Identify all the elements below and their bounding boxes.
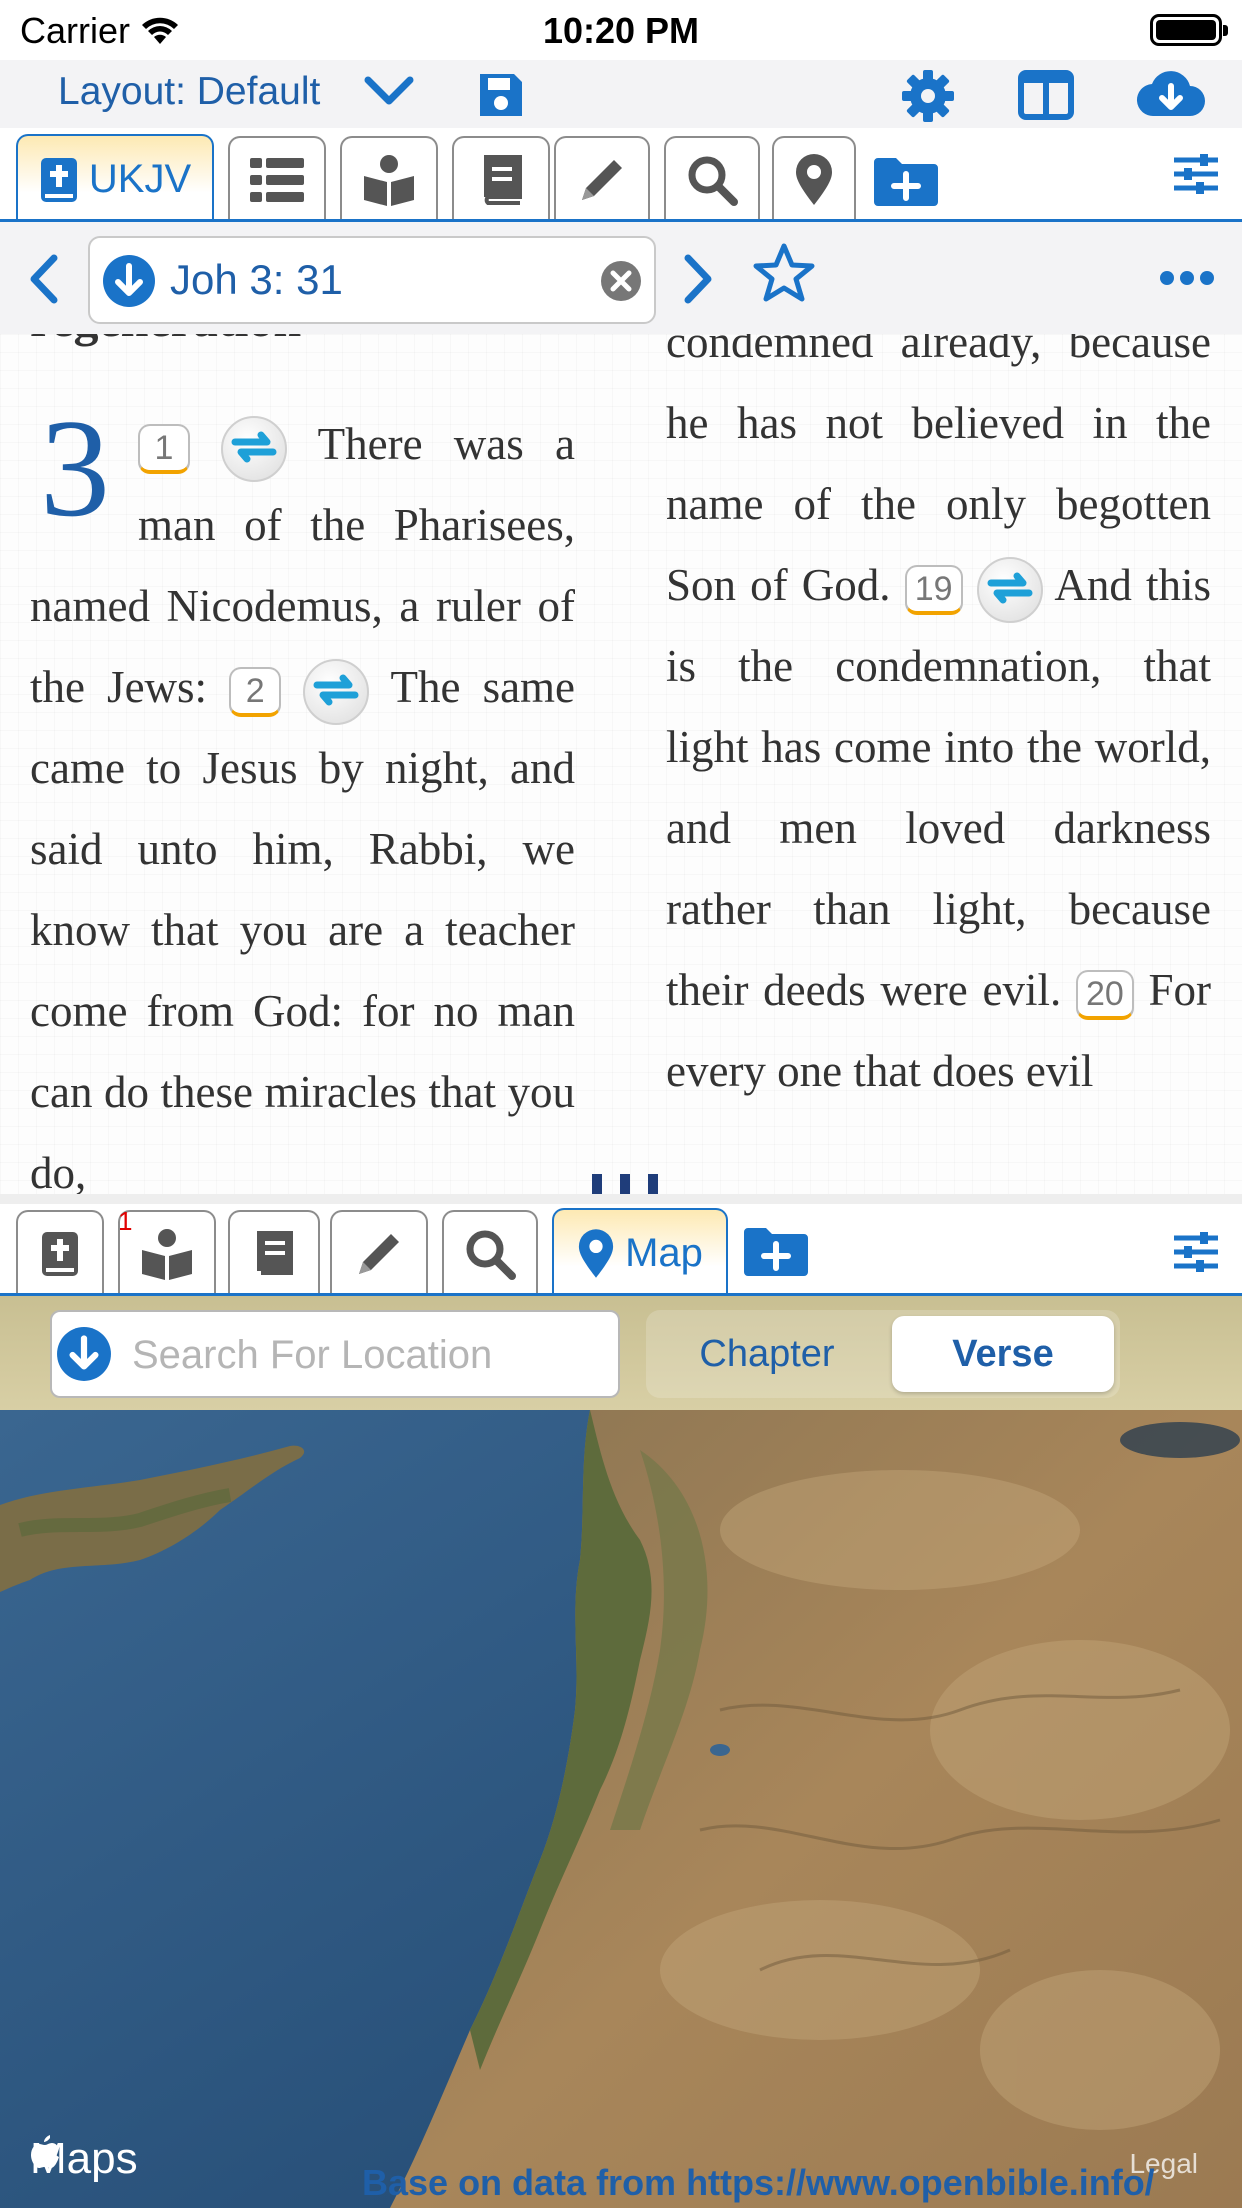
save-icon[interactable]: [476, 70, 526, 120]
map-pin-icon: [578, 1228, 614, 1278]
status-time: 10:20 PM: [542, 10, 700, 51]
add-tab-icon[interactable]: [872, 156, 940, 208]
location-search[interactable]: [50, 1310, 620, 1398]
gear-icon[interactable]: [900, 68, 956, 124]
verse-number-19[interactable]: 19: [904, 564, 963, 615]
map-terrain: [0, 1410, 1242, 2208]
location-search-input[interactable]: [132, 1330, 602, 1380]
verse-number-20[interactable]: 20: [1075, 969, 1134, 1020]
segment-chapter[interactable]: Chapter: [656, 1316, 878, 1392]
star-icon[interactable]: [752, 242, 816, 304]
columns-icon[interactable]: [1018, 70, 1074, 120]
section-heading: regeneration: [30, 334, 301, 348]
tab-map[interactable]: Map: [552, 1208, 728, 1297]
apple-maps-logo: Maps: [30, 2134, 138, 2184]
tab-bible[interactable]: UKJV: [16, 134, 214, 223]
cross-reference-icon[interactable]: [303, 658, 370, 725]
chevron-down-icon[interactable]: [364, 74, 414, 108]
more-icon[interactable]: [1160, 270, 1214, 286]
tab-commentary[interactable]: [452, 136, 550, 222]
open-book-reader-icon: [364, 155, 414, 206]
tab-search[interactable]: [442, 1210, 538, 1296]
bible-reader[interactable]: regeneration 3 1 There was a man of the …: [0, 334, 1242, 1194]
status-bar: Carrier 10:20 PM: [0, 0, 1242, 60]
search-icon: [688, 156, 738, 206]
tab-list[interactable]: [228, 136, 326, 222]
verse-text-19: And this is the condemnation, that light…: [666, 560, 1212, 1015]
verse-number-1[interactable]: 1: [138, 423, 190, 474]
attribution-link[interactable]: Base on data from https://www.openbible.…: [362, 2162, 1155, 2204]
arrow-down-circle-icon[interactable]: [56, 1326, 112, 1382]
tab-bible[interactable]: [16, 1210, 104, 1296]
book-icon: [484, 155, 522, 205]
satellite-map[interactable]: Maps Legal Base on data from https://www…: [0, 1410, 1242, 2208]
cross-reference-icon[interactable]: [221, 415, 288, 482]
pane-splitter-handle[interactable]: [590, 1170, 660, 1194]
tab-study[interactable]: 1: [118, 1206, 216, 1296]
book-icon: [257, 1231, 293, 1275]
open-book-reader-icon: [142, 1229, 192, 1280]
tab-notes[interactable]: [330, 1210, 428, 1296]
pencil-icon: [582, 160, 622, 200]
bottom-tab-bar: 1 Map: [0, 1194, 1242, 1297]
sliders-icon[interactable]: [1174, 154, 1218, 194]
sliders-icon[interactable]: [1174, 1232, 1218, 1272]
add-tab-icon[interactable]: [742, 1226, 810, 1278]
right-column: condemned already, because he has not be…: [666, 334, 1211, 1112]
search-icon: [466, 1230, 516, 1280]
tab-notes[interactable]: [554, 136, 650, 222]
top-tab-bar: UKJV: [0, 128, 1242, 223]
tab-commentary[interactable]: [228, 1210, 320, 1296]
tab-study[interactable]: [340, 136, 438, 222]
bible-icon: [42, 1232, 78, 1276]
tab-map-label: Map: [625, 1231, 703, 1275]
chevron-right-icon[interactable]: [680, 254, 716, 304]
verse-number-2[interactable]: 2: [229, 666, 282, 717]
battery-icon: [1150, 14, 1228, 46]
cloud-download-icon[interactable]: [1136, 66, 1206, 122]
apple-icon: [31, 2135, 59, 2168]
layout-bar: Layout: Default: [0, 60, 1242, 128]
clear-icon[interactable]: [600, 260, 642, 302]
tab-search[interactable]: [664, 136, 760, 222]
bible-icon: [40, 157, 77, 202]
list-icon: [250, 158, 304, 202]
map-toolbar: Chapter Verse: [0, 1296, 1242, 1410]
arrow-down-circle-icon[interactable]: [102, 254, 156, 308]
tab-bible-label: UKJV: [88, 157, 192, 201]
reference-field[interactable]: Joh 3: 31: [88, 236, 656, 324]
tab-map[interactable]: [772, 136, 856, 222]
study-badge: 1: [118, 1206, 133, 1236]
scope-segmented-control: Chapter Verse: [646, 1310, 1120, 1398]
cross-reference-icon[interactable]: [976, 556, 1043, 623]
chevron-left-icon[interactable]: [26, 254, 62, 304]
reference-value: Joh 3: 31: [170, 256, 343, 303]
reference-bar: Joh 3: 31: [0, 222, 1242, 334]
segment-verse[interactable]: Verse: [892, 1316, 1114, 1392]
left-column: 3 1 There was a man of the Pharisees, na…: [30, 391, 576, 1195]
map-pin-icon: [796, 154, 832, 205]
layout-selector[interactable]: Layout: Default: [58, 70, 320, 114]
pencil-icon: [359, 1234, 399, 1274]
verse-text-2: The same came to Jesus by night, and sai…: [30, 662, 576, 1194]
chapter-number: 3: [40, 391, 110, 546]
